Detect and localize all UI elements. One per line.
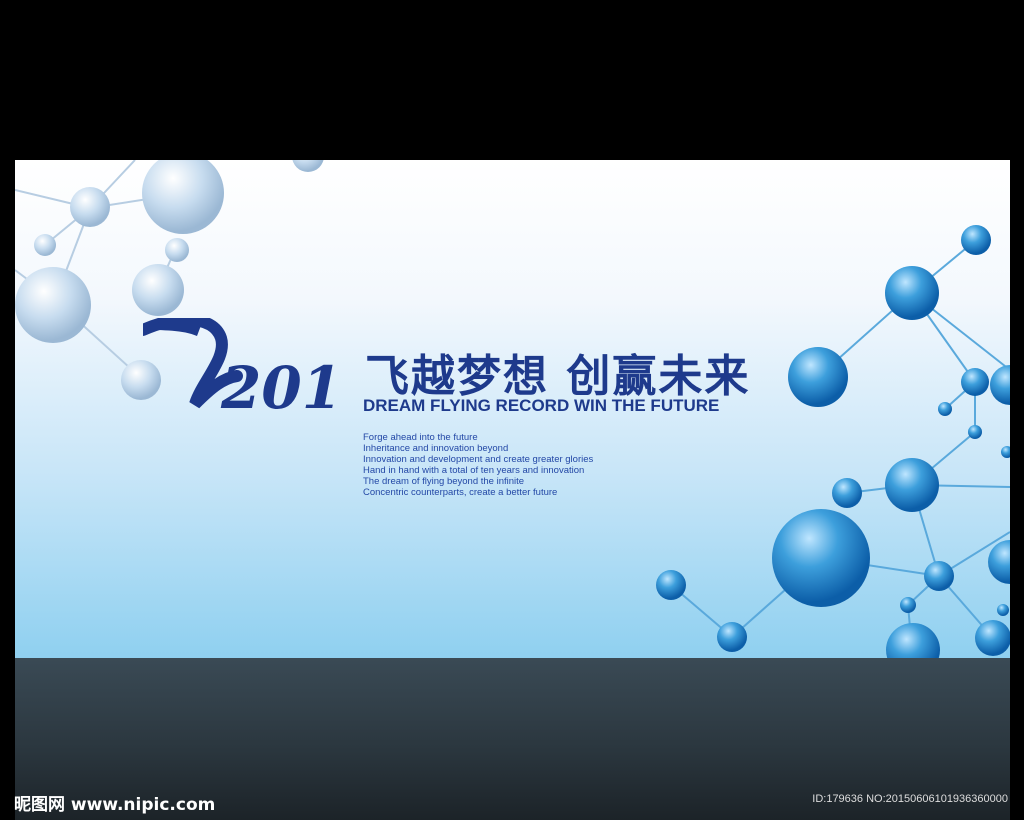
site-watermark: 昵图网 www.nipic.com [14, 795, 216, 815]
slogan-line: Inheritance and innovation beyond [363, 443, 509, 454]
slogan-line: Innovation and development and create gr… [363, 454, 594, 465]
slogan-lines: Forge ahead into the future Inheritance … [363, 432, 593, 498]
image-id-watermark: ID:179636 NO:20150606101936360000 [812, 793, 1008, 805]
english-title: DREAM FLYING RECORD WIN THE FUTURE [363, 396, 720, 415]
slogan-line: Concentric counterparts, create a better… [363, 487, 558, 498]
year-2015-logo: 2015 [143, 318, 343, 422]
year-text: 2015 [220, 354, 343, 422]
slogan-line: The dream of flying beyond the infinite [363, 476, 525, 487]
slogan-line: Forge ahead into the future [363, 432, 478, 443]
slogan-line: Hand in hand with a total of ten years a… [363, 465, 585, 476]
chinese-title: 飞越梦想 创赢未来 [365, 351, 751, 402]
banner-image: 2015 飞越梦想 创赢未来 DREAM FLYING RECORD WIN T… [15, 160, 1010, 658]
